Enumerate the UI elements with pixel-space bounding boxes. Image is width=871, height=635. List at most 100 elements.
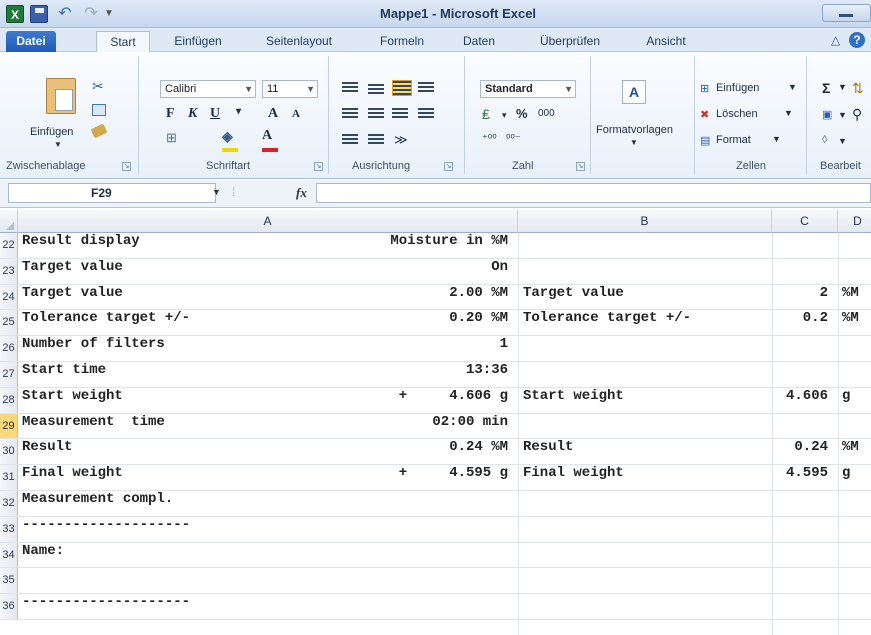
paste-dropdown-icon[interactable]: ▼ [54, 140, 62, 149]
alignment-launcher-icon[interactable]: ↘ [444, 162, 453, 171]
tab-formeln[interactable]: Formeln [372, 31, 432, 52]
cell-a-label[interactable]: Start time [22, 362, 106, 387]
merge-center-icon[interactable] [418, 108, 434, 120]
redo-icon[interactable]: ↷ [80, 5, 102, 23]
find-select-icon[interactable]: ⚲ [852, 106, 862, 123]
tab-datei[interactable]: Datei [6, 31, 56, 52]
percent-button[interactable]: % [516, 106, 528, 121]
row-header[interactable]: 30 [0, 439, 18, 465]
row-header[interactable]: 33 [0, 516, 18, 542]
cell-d[interactable] [842, 517, 870, 542]
format-templates-dropdown-icon[interactable]: ▼ [630, 138, 638, 147]
cell-d[interactable] [842, 543, 870, 568]
cell-d[interactable] [842, 336, 870, 361]
underline-dropdown-icon[interactable]: ▾ [236, 106, 241, 117]
cell-d[interactable]: %M [842, 439, 870, 464]
align-left-icon[interactable] [342, 108, 358, 120]
currency-dropdown-icon[interactable]: ▾ [502, 110, 507, 121]
row-header[interactable]: 24 [0, 284, 18, 310]
format-templates-icon[interactable]: A [622, 80, 646, 104]
cell-a-label[interactable]: -------------------- [22, 517, 190, 542]
chevron-down-icon[interactable]: ▼ [772, 134, 781, 144]
cell-c[interactable] [774, 414, 828, 439]
cell-d[interactable]: g [842, 465, 870, 490]
tab-daten[interactable]: Daten [454, 31, 504, 52]
cut-icon[interactable]: ✂ [92, 78, 104, 95]
cell-b[interactable]: Start weight [523, 388, 624, 413]
tab-ueberpruefen[interactable]: Überprüfen [528, 31, 612, 52]
cell-a-label[interactable]: Start weight [22, 388, 123, 413]
column-header-b[interactable]: B [518, 210, 772, 233]
chevron-down-icon[interactable]: ▼ [838, 136, 847, 146]
cell-d[interactable] [842, 362, 870, 387]
cell-a-label[interactable]: -------------------- [22, 594, 190, 619]
undo-icon[interactable]: ↶ [54, 5, 76, 23]
cell-c[interactable]: 0.2 [774, 310, 828, 335]
tab-seitenlayout[interactable]: Seitenlayout [251, 31, 347, 52]
cell-b[interactable]: Final weight [523, 465, 624, 490]
paste-button-label[interactable]: Einfügen [30, 126, 73, 138]
chevron-down-icon[interactable]: ▼ [838, 82, 847, 92]
align-center-icon[interactable] [368, 108, 384, 120]
font-name-combo[interactable]: Calibri ▼ [160, 80, 256, 98]
minimize-button[interactable] [822, 4, 871, 22]
cell-b[interactable]: Target value [523, 285, 624, 310]
cell-c[interactable] [774, 233, 828, 258]
italic-button[interactable]: K [188, 106, 197, 122]
column-header-a[interactable]: A [18, 210, 518, 233]
row-header[interactable]: 27 [0, 362, 18, 387]
chevron-down-icon[interactable]: ▼ [788, 82, 797, 92]
name-box-dropdown-icon[interactable]: ▼ [212, 187, 221, 197]
decrease-indent-icon[interactable] [342, 134, 358, 146]
cell-b[interactable]: Tolerance target +/- [523, 310, 691, 335]
tab-einfuegen[interactable]: Einfügen [162, 31, 234, 52]
cell-d[interactable]: %M [842, 310, 870, 335]
cell-c[interactable] [774, 491, 828, 516]
excel-app-icon[interactable]: X [6, 5, 24, 23]
increase-indent-icon[interactable] [368, 134, 384, 146]
increase-decimal-icon[interactable]: ⁺⁰⁰ [482, 132, 497, 145]
qat-more-icon[interactable]: ▼ [104, 5, 116, 23]
font-size-combo[interactable]: 11 ▼ [262, 80, 318, 98]
cell-a-label[interactable]: Result display [22, 233, 140, 258]
cell-c[interactable]: 4.595 [774, 465, 828, 490]
decrease-decimal-icon[interactable]: ⁰⁰⁻ [506, 132, 521, 145]
column-header-d[interactable]: D [838, 210, 871, 233]
format-cells-icon[interactable]: ▤ [700, 134, 710, 147]
name-box[interactable]: F29 [8, 183, 216, 203]
chevron-down-icon[interactable]: ▼ [784, 108, 793, 118]
save-icon[interactable] [30, 5, 48, 23]
borders-icon[interactable]: ⊞ [166, 130, 177, 146]
cell-d[interactable] [842, 233, 870, 258]
clear-icon[interactable]: ◊ [822, 134, 827, 146]
paste-icon[interactable] [46, 78, 76, 114]
cell-d[interactable] [842, 568, 870, 593]
cell-a-label[interactable]: Target value [22, 285, 123, 310]
cell-d[interactable]: %M [842, 285, 870, 310]
font-color-button[interactable]: A [262, 128, 272, 144]
formula-input[interactable] [316, 183, 871, 203]
cell-b[interactable]: Result [523, 439, 573, 464]
cell-a-label[interactable]: Measurement compl. [22, 491, 173, 516]
cell-d[interactable]: g [842, 388, 870, 413]
cell-c[interactable] [774, 362, 828, 387]
delete-cells-icon[interactable]: ✖ [700, 108, 709, 121]
format-cells-button[interactable]: Format [716, 134, 751, 146]
cell-d[interactable] [842, 594, 870, 619]
row-header[interactable]: 26 [0, 336, 18, 361]
align-top-icon[interactable] [342, 82, 358, 94]
underline-button[interactable]: U [210, 106, 220, 122]
row-header[interactable]: 29 [0, 413, 18, 439]
wrap-text-icon[interactable] [418, 82, 434, 94]
cell-c[interactable]: 0.24 [774, 439, 828, 464]
tab-start[interactable]: Start [96, 31, 150, 52]
cell-c[interactable] [774, 543, 828, 568]
chevron-down-icon[interactable]: ▼ [838, 110, 847, 120]
thousands-button[interactable]: 000 [538, 108, 555, 119]
cell-a-label[interactable]: Final weight [22, 465, 123, 490]
row-header[interactable]: 34 [0, 542, 18, 568]
insert-cells-button[interactable]: Einfügen [716, 82, 759, 94]
row-header[interactable]: 32 [0, 491, 18, 516]
align-middle-icon[interactable] [368, 84, 384, 96]
row-header[interactable]: 35 [0, 568, 18, 594]
